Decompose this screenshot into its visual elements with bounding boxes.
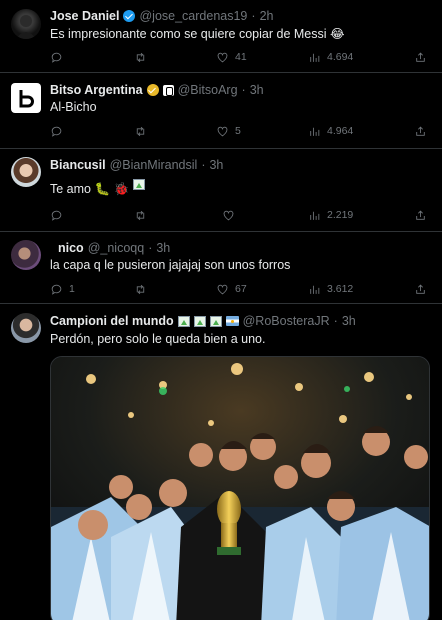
timestamp[interactable]: 3h [342, 314, 356, 328]
tweet[interactable]: Biancusil @BianMirandsil · 3h Te amo 🐛 🐞… [0, 149, 442, 232]
broken-image-icon [193, 315, 206, 327]
tweet-actions: 5 4.964 [50, 124, 430, 138]
tweet-text: la capa q le pusieron jajajaj son unos f… [50, 258, 291, 272]
like-icon [217, 284, 228, 294]
like-button[interactable]: 67 [216, 282, 247, 296]
avatar[interactable] [11, 9, 41, 39]
tweet[interactable]: Bitso Argentina @BitsoArg · 3h Al-Bicho … [0, 73, 442, 149]
views-button[interactable]: 4.694 [308, 50, 353, 64]
author-name[interactable]: Bitso Argentina [50, 83, 143, 97]
like-button[interactable] [222, 208, 241, 222]
reply-count: 1 [69, 283, 75, 295]
retweet-icon [136, 126, 145, 136]
author-name[interactable]: Jose Daniel [50, 9, 119, 23]
author-handle[interactable]: @RoBosteraJR [243, 314, 330, 328]
reply-button[interactable] [50, 50, 69, 64]
timestamp[interactable]: 2h [260, 9, 274, 23]
tweet-actions: 41 4.694 [50, 50, 430, 64]
retweet-button[interactable] [134, 124, 153, 138]
reply-icon [51, 126, 62, 137]
share-icon [416, 284, 425, 294]
tweet-text: Es impresionante como se quiere copiar d… [50, 27, 345, 41]
author-name[interactable]: nico [58, 241, 84, 255]
verified-badge-icon [123, 10, 136, 22]
author-name[interactable]: Campioni del mundo [50, 314, 174, 328]
views-icon [310, 127, 320, 136]
tweet-text: Al-Bicho [50, 100, 97, 114]
like-button[interactable]: 5 [216, 124, 241, 138]
like-icon [217, 52, 228, 62]
share-button[interactable] [414, 282, 427, 296]
timestamp[interactable]: 3h [250, 83, 264, 97]
views-button[interactable]: 4.964 [308, 124, 353, 138]
share-icon [416, 210, 425, 220]
tweet[interactable]: nico @_nicoqq · 3h la capa q le pusieron… [0, 232, 442, 304]
view-count: 3.612 [327, 283, 354, 295]
reply-button[interactable] [50, 208, 69, 222]
view-count: 4.964 [327, 125, 354, 137]
views-icon [310, 211, 320, 220]
separator-dot: · [241, 83, 246, 97]
reply-icon [51, 284, 62, 295]
views-icon [310, 53, 320, 62]
avatar[interactable] [11, 240, 41, 270]
author-handle[interactable]: @BianMirandsil [110, 158, 198, 172]
retweet-icon [136, 210, 145, 220]
like-icon [223, 210, 234, 220]
views-icon [310, 285, 320, 294]
avatar[interactable] [11, 83, 41, 113]
affiliate-badge-icon [162, 84, 174, 96]
avatar[interactable] [11, 313, 41, 343]
broken-image-icon [177, 315, 190, 327]
retweet-icon [136, 284, 145, 294]
celebration-photo [51, 357, 429, 620]
share-button[interactable] [414, 208, 427, 222]
tweet-text: Perdón, pero solo le queda bien a uno. [50, 332, 266, 346]
share-button[interactable] [414, 124, 427, 138]
views-button[interactable]: 2.219 [308, 208, 353, 222]
author-handle[interactable]: @BitsoArg [178, 83, 238, 97]
timestamp[interactable]: 3h [209, 158, 223, 172]
reply-button[interactable] [50, 124, 69, 138]
retweet-button[interactable] [134, 50, 153, 64]
tweet-actions: 2.219 [50, 208, 430, 222]
reply-icon [51, 52, 62, 63]
share-icon [416, 126, 425, 136]
like-button[interactable]: 41 [216, 50, 247, 64]
like-count: 67 [235, 283, 247, 295]
reply-icon [51, 210, 62, 221]
like-icon [217, 126, 228, 136]
tweet[interactable]: Jose Daniel @jose_cardenas19 · 2h Es imp… [0, 0, 442, 73]
views-button[interactable]: 3.612 [308, 282, 353, 296]
retweet-button[interactable] [134, 208, 153, 222]
author-name[interactable]: Biancusil [50, 158, 106, 172]
separator-dot: · [251, 9, 256, 23]
tweet-photo[interactable] [50, 356, 430, 620]
retweet-icon [136, 52, 145, 62]
timestamp[interactable]: 3h [156, 241, 170, 255]
separator-dot: · [333, 314, 338, 328]
retweet-button[interactable] [134, 282, 153, 296]
like-count: 41 [235, 51, 247, 63]
view-count: 2.219 [327, 209, 354, 221]
avatar[interactable] [11, 157, 41, 187]
argentina-flag-icon [225, 316, 239, 326]
tweet-text: Te amo 🐛 🐞 [50, 182, 130, 196]
verified-badge-icon [146, 84, 159, 96]
like-count: 5 [235, 125, 241, 137]
broken-image-icon [209, 315, 222, 327]
author-handle[interactable]: @_nicoqq [88, 241, 144, 255]
view-count: 4.694 [327, 51, 354, 63]
broken-image-icon [133, 179, 146, 190]
author-handle[interactable]: @jose_cardenas19 [139, 9, 247, 23]
share-icon [416, 52, 425, 62]
tweet-actions: 1 67 3.612 [50, 282, 430, 296]
reply-button[interactable]: 1 [50, 282, 75, 296]
separator-dot: · [201, 158, 206, 172]
separator-dot: · [148, 241, 153, 255]
share-button[interactable] [414, 50, 427, 64]
